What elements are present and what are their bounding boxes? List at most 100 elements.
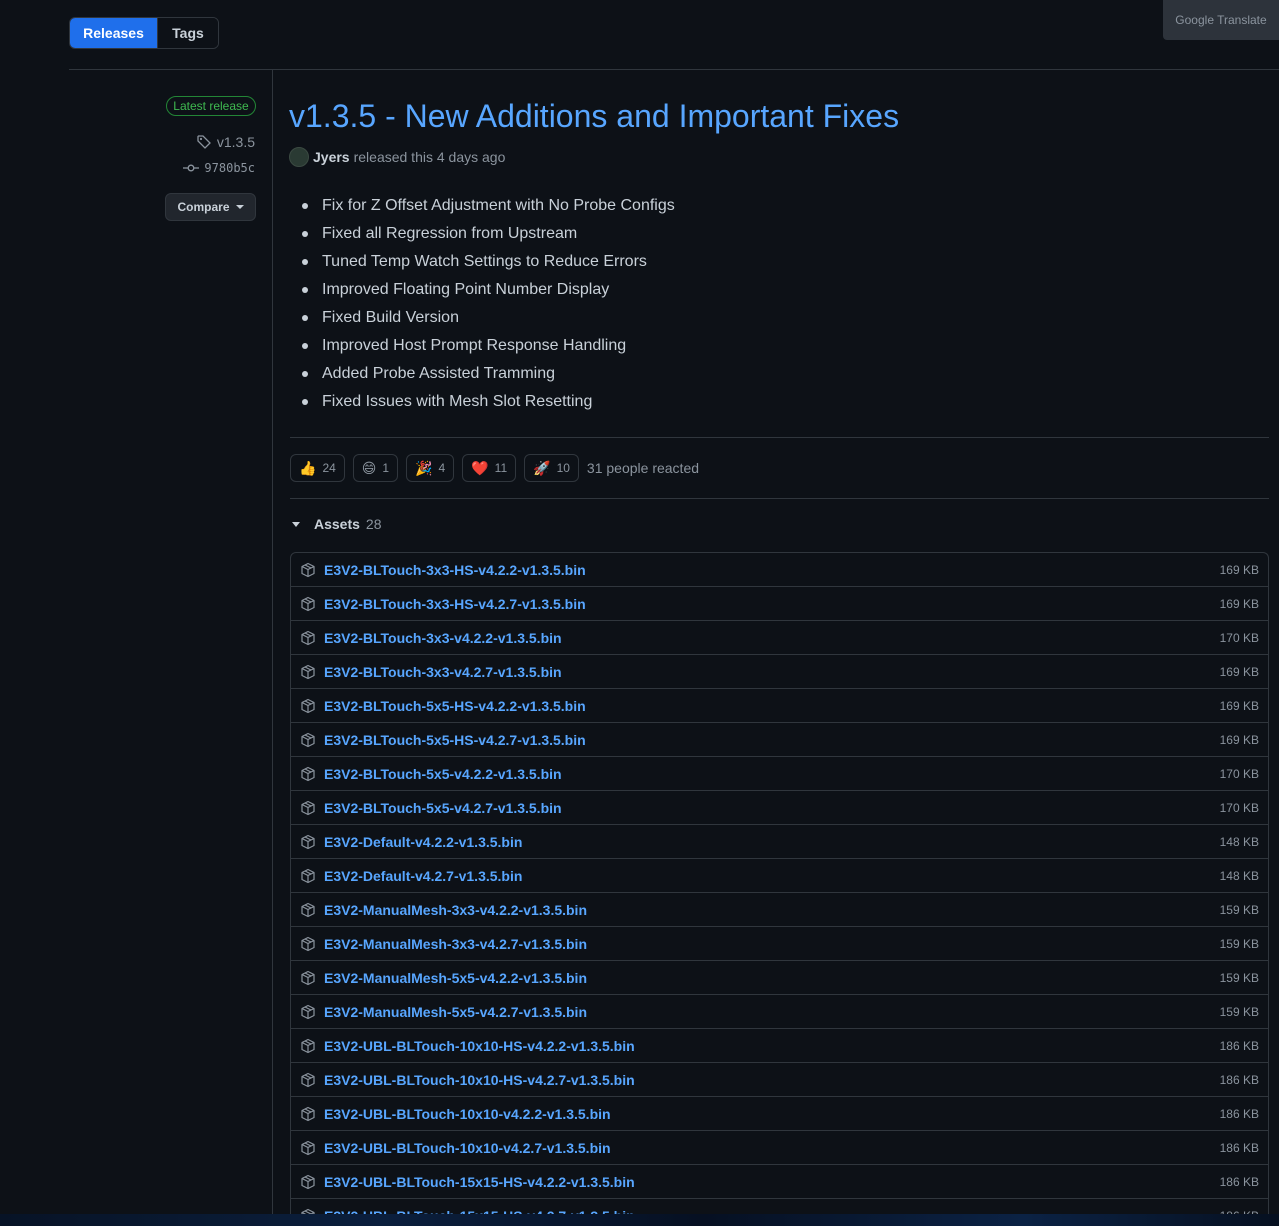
asset-row: E3V2-UBL-BLTouch-10x10-v4.2.2-v1.3.5.bin… <box>291 1097 1268 1131</box>
reaction-thumbs-up[interactable]: 👍 24 <box>290 454 345 482</box>
package-icon <box>300 800 316 816</box>
asset-download-link[interactable]: E3V2-Default-v4.2.7-v1.3.5.bin <box>324 868 1220 884</box>
asset-row: E3V2-UBL-BLTouch-15x15-HS-v4.2.2-v1.3.5.… <box>291 1165 1268 1199</box>
asset-row: E3V2-BLTouch-3x3-v4.2.7-v1.3.5.bin 169 KB <box>291 655 1268 689</box>
package-icon <box>300 1140 316 1156</box>
reactions-summary[interactable]: 31 people reacted <box>587 460 699 476</box>
asset-row: E3V2-ManualMesh-3x3-v4.2.2-v1.3.5.bin 159… <box>291 893 1268 927</box>
timeline-divider <box>272 70 273 1215</box>
package-icon <box>300 1072 316 1088</box>
package-icon <box>300 596 316 612</box>
asset-download-link[interactable]: E3V2-UBL-BLTouch-10x10-v4.2.7-v1.3.5.bin <box>324 1140 1220 1156</box>
caret-down-icon <box>292 521 300 527</box>
asset-size: 186 KB <box>1219 1140 1259 1155</box>
package-icon <box>300 562 316 578</box>
asset-size: 169 KB <box>1219 664 1259 679</box>
avatar[interactable] <box>289 147 309 167</box>
package-icon <box>300 1004 316 1020</box>
asset-download-link[interactable]: E3V2-UBL-BLTouch-10x10-v4.2.2-v1.3.5.bin <box>324 1106 1220 1122</box>
reaction-count: 24 <box>322 461 336 475</box>
asset-size: 159 KB <box>1219 1004 1259 1019</box>
reaction-hooray[interactable]: 🎉 4 <box>406 454 455 482</box>
release-tabs: Releases Tags <box>69 17 219 49</box>
asset-row: E3V2-BLTouch-5x5-v4.2.2-v1.3.5.bin 170 KB <box>291 757 1268 791</box>
reaction-count: 10 <box>556 461 570 475</box>
hooray-icon: 🎉 <box>415 460 433 476</box>
asset-row: E3V2-Default-v4.2.7-v1.3.5.bin 148 KB <box>291 859 1268 893</box>
assets-count: 28 <box>365 516 382 532</box>
asset-row: E3V2-ManualMesh-3x3-v4.2.7-v1.3.5.bin 159… <box>291 927 1268 961</box>
latest-release-badge: Latest release <box>166 96 256 116</box>
header-divider <box>69 69 1279 70</box>
asset-download-link[interactable]: E3V2-ManualMesh-3x3-v4.2.2-v1.3.5.bin <box>324 902 1220 918</box>
asset-size: 170 KB <box>1219 800 1259 815</box>
asset-size: 169 KB <box>1219 732 1259 747</box>
compare-button[interactable]: Compare <box>165 193 256 221</box>
package-icon <box>300 630 316 646</box>
release-note-item: Fix for Z Offset Adjustment with No Prob… <box>302 192 675 220</box>
commit-icon <box>183 162 200 174</box>
release-notes: Fix for Z Offset Adjustment with No Prob… <box>302 192 675 416</box>
release-note-item: Fixed all Regression from Upstream <box>302 220 675 248</box>
release-note-item: Added Probe Assisted Tramming <box>302 360 675 388</box>
author-name[interactable]: Jyers <box>313 149 350 165</box>
tag-label: v1.3.5 <box>216 134 255 150</box>
asset-download-link[interactable]: E3V2-UBL-BLTouch-10x10-HS-v4.2.7-v1.3.5.… <box>324 1072 1220 1088</box>
reaction-laugh[interactable]: 😄 1 <box>352 454 399 482</box>
asset-size: 148 KB <box>1219 834 1259 849</box>
asset-size: 186 KB <box>1219 1038 1259 1053</box>
asset-size: 148 KB <box>1219 868 1259 883</box>
asset-download-link[interactable]: E3V2-BLTouch-3x3-v4.2.2-v1.3.5.bin <box>324 630 1220 646</box>
asset-download-link[interactable]: E3V2-Default-v4.2.2-v1.3.5.bin <box>324 834 1220 850</box>
laugh-icon: 😄 <box>361 460 377 476</box>
asset-download-link[interactable]: E3V2-UBL-BLTouch-10x10-HS-v4.2.2-v1.3.5.… <box>324 1038 1220 1054</box>
asset-row: E3V2-BLTouch-3x3-HS-v4.2.2-v1.3.5.bin 169… <box>291 553 1268 587</box>
asset-download-link[interactable]: E3V2-ManualMesh-5x5-v4.2.2-v1.3.5.bin <box>324 970 1220 986</box>
asset-size: 186 KB <box>1219 1072 1259 1087</box>
asset-row: E3V2-ManualMesh-5x5-v4.2.7-v1.3.5.bin 159… <box>291 995 1268 1029</box>
asset-download-link[interactable]: E3V2-BLTouch-5x5-v4.2.2-v1.3.5.bin <box>324 766 1220 782</box>
asset-size: 186 KB <box>1219 1106 1259 1121</box>
asset-download-link[interactable]: E3V2-UBL-BLTouch-15x15-HS-v4.2.2-v1.3.5.… <box>324 1174 1220 1190</box>
asset-size: 169 KB <box>1219 562 1259 577</box>
tag-icon <box>196 134 212 150</box>
release-tag[interactable]: v1.3.5 <box>196 134 255 150</box>
desktop-background-strip <box>0 1214 1279 1226</box>
asset-row: E3V2-BLTouch-5x5-HS-v4.2.7-v1.3.5.bin 169… <box>291 723 1268 757</box>
package-icon <box>300 698 316 714</box>
asset-row: E3V2-UBL-BLTouch-15x15-HS-v4.2.7-v1.3.5.… <box>291 1199 1268 1215</box>
compare-label: Compare <box>177 200 230 214</box>
thumbs-up-icon: 👍 <box>299 460 317 476</box>
rocket-icon: 🚀 <box>533 460 551 476</box>
asset-download-link[interactable]: E3V2-BLTouch-5x5-v4.2.7-v1.3.5.bin <box>324 800 1220 816</box>
asset-download-link[interactable]: E3V2-BLTouch-3x3-HS-v4.2.7-v1.3.5.bin <box>324 596 1220 612</box>
package-icon <box>300 732 316 748</box>
reaction-count: 11 <box>494 461 508 475</box>
assets-toggle[interactable]: Assets 28 <box>292 516 382 532</box>
release-title[interactable]: v1.3.5 - New Additions and Important Fix… <box>289 98 899 135</box>
package-icon <box>300 902 316 918</box>
package-icon <box>300 766 316 782</box>
asset-row: E3V2-UBL-BLTouch-10x10-HS-v4.2.2-v1.3.5.… <box>291 1029 1268 1063</box>
google-translate-button[interactable]: Google Translate <box>1163 0 1279 40</box>
tab-tags[interactable]: Tags <box>157 18 218 48</box>
tab-releases[interactable]: Releases <box>70 18 157 48</box>
package-icon <box>300 664 316 680</box>
asset-download-link[interactable]: E3V2-BLTouch-5x5-HS-v4.2.7-v1.3.5.bin <box>324 732 1220 748</box>
reaction-rocket[interactable]: 🚀 10 <box>524 454 579 482</box>
asset-size: 169 KB <box>1219 596 1259 611</box>
asset-download-link[interactable]: E3V2-BLTouch-5x5-HS-v4.2.2-v1.3.5.bin <box>324 698 1220 714</box>
asset-size: 159 KB <box>1219 970 1259 985</box>
asset-download-link[interactable]: E3V2-BLTouch-3x3-HS-v4.2.2-v1.3.5.bin <box>324 562 1220 578</box>
asset-download-link[interactable]: E3V2-ManualMesh-3x3-v4.2.7-v1.3.5.bin <box>324 936 1220 952</box>
reaction-heart[interactable]: ❤️ 11 <box>462 454 517 482</box>
reaction-count: 1 <box>382 461 390 475</box>
asset-size: 170 KB <box>1219 766 1259 781</box>
release-commit[interactable]: 9780b5c <box>183 161 255 175</box>
asset-size: 170 KB <box>1219 630 1259 645</box>
asset-download-link[interactable]: E3V2-ManualMesh-5x5-v4.2.7-v1.3.5.bin <box>324 1004 1220 1020</box>
package-icon <box>300 834 316 850</box>
package-icon <box>300 936 316 952</box>
asset-row: E3V2-ManualMesh-5x5-v4.2.2-v1.3.5.bin 159… <box>291 961 1268 995</box>
asset-download-link[interactable]: E3V2-BLTouch-3x3-v4.2.7-v1.3.5.bin <box>324 664 1220 680</box>
